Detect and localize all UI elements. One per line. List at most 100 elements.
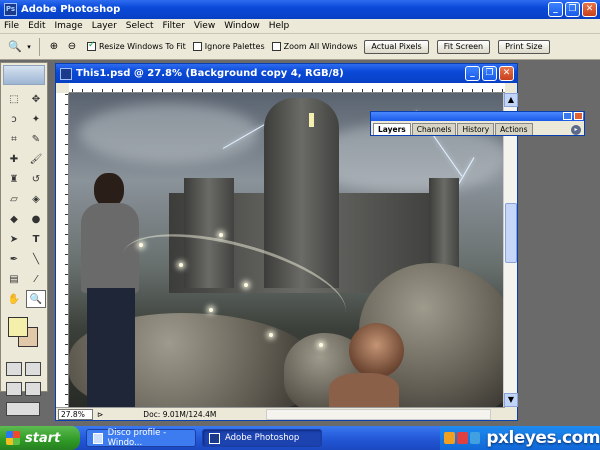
man-jeans <box>87 288 135 407</box>
horizontal-ruler <box>69 83 505 93</box>
sparkle <box>269 333 273 337</box>
taskbar-item-label: Disco profile - Windo... <box>107 428 167 448</box>
divider <box>39 37 40 56</box>
crop-tool-icon[interactable]: ⌗ <box>4 130 24 148</box>
line-tool-icon[interactable]: ╲ <box>26 250 46 268</box>
status-bar: 27.8% ⊳ Doc: 9.01M/124.4M <box>56 407 505 420</box>
lasso-tool-icon[interactable]: ↄ <box>4 110 24 128</box>
healing-brush-tool-icon[interactable]: ✚ <box>4 150 24 168</box>
marquee-tool-icon[interactable]: ⬚ <box>4 90 24 108</box>
tray-icon[interactable] <box>456 432 468 444</box>
foreground-color-swatch[interactable] <box>8 317 28 337</box>
notes-tool-icon[interactable]: ▤ <box>4 270 24 288</box>
close-icon[interactable]: ✕ <box>582 2 597 17</box>
clone-stamp-tool-icon[interactable]: ♜ <box>4 170 24 188</box>
tab-channels[interactable]: Channels <box>411 123 457 135</box>
restore-icon[interactable]: ❐ <box>565 2 580 17</box>
toolbox-palette: ⬚ ✥ ↄ ✦ ⌗ ✎ ✚ 🖌 ♜ ↺ ▱ ◈ ◆ ● ➤ T ✒ ╲ ▤ ⁄ … <box>0 62 48 416</box>
eraser-tool-icon[interactable]: ▱ <box>4 190 24 208</box>
scroll-up-icon[interactable]: ▲ <box>504 93 518 107</box>
fit-screen-button[interactable]: Fit Screen <box>436 39 491 54</box>
magic-wand-tool-icon[interactable]: ✦ <box>26 110 46 128</box>
color-swatches <box>4 315 44 355</box>
app-title-bar[interactable]: Ps Adobe Photoshop _ ❐ ✕ <box>0 0 600 19</box>
dodge-tool-icon[interactable]: ● <box>26 210 46 228</box>
move-tool-icon[interactable]: ✥ <box>26 90 46 108</box>
menu-image[interactable]: Image <box>55 21 83 31</box>
system-tray: pxleyes.com <box>440 426 600 450</box>
blur-tool-icon[interactable]: ◆ <box>4 210 24 228</box>
menu-filter[interactable]: Filter <box>163 21 185 31</box>
watermark: pxleyes.com <box>486 428 600 448</box>
print-size-button[interactable]: Print Size <box>498 39 550 54</box>
eyedropper-tool-icon[interactable]: ⁄ <box>26 270 46 288</box>
status-arrow-icon[interactable]: ⊳ <box>97 410 103 419</box>
resize-windows-checkbox[interactable]: Resize Windows To Fit <box>87 40 186 51</box>
doc-minimize-icon[interactable]: _ <box>465 66 480 81</box>
menu-file[interactable]: File <box>4 21 19 31</box>
palette-close-icon[interactable] <box>574 112 583 120</box>
ignore-palettes-checkbox[interactable]: Ignore Palettes <box>192 42 265 51</box>
tray-icon[interactable] <box>469 432 481 444</box>
woman-shoulder <box>329 373 399 407</box>
tab-layers[interactable]: Layers <box>373 123 411 135</box>
zoom-tool-selected-icon[interactable]: 🔍 <box>26 290 46 308</box>
sparkle <box>219 233 223 237</box>
doc-close-icon[interactable]: ✕ <box>499 66 514 81</box>
tray-icon[interactable] <box>444 432 455 444</box>
vertical-scrollbar[interactable]: ▲ ▼ <box>503 93 518 407</box>
actual-pixels-button[interactable]: Actual Pixels <box>364 39 429 54</box>
cloud <box>79 103 259 163</box>
tab-history[interactable]: History <box>457 123 495 135</box>
vertical-ruler <box>56 93 69 407</box>
paint-bucket-tool-icon[interactable]: ◈ <box>26 190 46 208</box>
menu-help[interactable]: Help <box>269 21 290 31</box>
app-title: Adobe Photoshop <box>21 4 121 15</box>
document-title: This1.psd @ 27.8% (Background copy 4, RG… <box>76 68 344 79</box>
tool-preset-chevron-icon[interactable]: ▾ <box>24 38 34 56</box>
menu-select[interactable]: Select <box>126 21 154 31</box>
brush-tool-icon[interactable]: 🖌 <box>26 150 46 168</box>
screen-mode-full-icon[interactable] <box>25 382 41 396</box>
start-button[interactable]: start <box>0 426 80 450</box>
zoom-in-icon[interactable]: ⊕ <box>45 38 63 56</box>
palette-title-bar[interactable] <box>371 112 584 121</box>
quick-mask-mode-icon[interactable] <box>25 362 41 376</box>
hand-tool-icon[interactable]: ✋ <box>4 290 24 308</box>
standard-mode-icon[interactable] <box>6 362 22 376</box>
type-tool-icon[interactable]: T <box>26 230 46 248</box>
zoom-out-icon[interactable]: ⊖ <box>63 38 81 56</box>
zoom-tool-icon[interactable]: 🔍 <box>6 38 24 56</box>
horizontal-scrollbar[interactable] <box>266 409 491 420</box>
screen-mode-standard-icon[interactable] <box>6 382 22 396</box>
doc-restore-icon[interactable]: ❐ <box>482 66 497 81</box>
palette-minimize-icon[interactable] <box>563 112 572 120</box>
palette-menu-icon[interactable]: ▸ <box>571 125 581 135</box>
scroll-thumb[interactable] <box>505 203 517 263</box>
photoshop-icon: Ps <box>4 3 17 16</box>
menu-bar: File Edit Image Layer Select Filter View… <box>0 19 600 34</box>
taskbar-item-photoshop[interactable]: Adobe Photoshop <box>202 429 322 447</box>
feather-logo-icon[interactable] <box>3 65 45 85</box>
checkbox-icon <box>192 42 202 51</box>
jump-to-imageready-icon[interactable] <box>6 402 40 416</box>
zoom-level-field[interactable]: 27.8% <box>58 408 93 420</box>
slice-tool-icon[interactable]: ✎ <box>26 130 46 148</box>
menu-edit[interactable]: Edit <box>28 21 45 31</box>
menu-layer[interactable]: Layer <box>92 21 117 31</box>
menu-view[interactable]: View <box>194 21 215 31</box>
tab-actions[interactable]: Actions <box>495 123 533 135</box>
woman-face <box>349 323 404 378</box>
taskbar-item-disco-profile[interactable]: Disco profile - Windo... <box>86 428 196 448</box>
scroll-down-icon[interactable]: ▼ <box>504 393 518 407</box>
menu-window[interactable]: Window <box>224 21 260 31</box>
document-title-bar[interactable]: This1.psd @ 27.8% (Background copy 4, RG… <box>56 64 517 83</box>
minimize-icon[interactable]: _ <box>548 2 563 17</box>
pen-tool-icon[interactable]: ✒ <box>4 250 24 268</box>
zoom-all-windows-checkbox[interactable]: Zoom All Windows <box>271 42 357 51</box>
options-bar: 🔍 ▾ ⊕ ⊖ Resize Windows To Fit Ignore Pal… <box>0 34 600 60</box>
checkbox-checked-icon <box>87 40 96 51</box>
image-canvas[interactable] <box>69 93 505 407</box>
path-selection-tool-icon[interactable]: ➤ <box>4 230 24 248</box>
history-brush-tool-icon[interactable]: ↺ <box>26 170 46 188</box>
